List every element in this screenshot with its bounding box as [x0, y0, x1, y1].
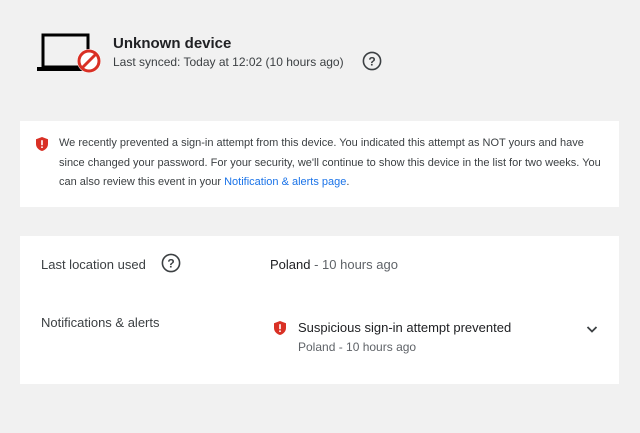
security-notice-text: We recently prevented a sign-in attempt … [59, 134, 607, 193]
device-details-card: Last location used ? Poland - 10 hours a… [20, 236, 619, 384]
suspicious-signin-alert[interactable]: Suspicious sign-in attempt prevented Pol… [272, 319, 607, 359]
chevron-down-icon[interactable] [584, 321, 600, 337]
notifications-alerts-label: Notifications & alerts [41, 315, 160, 330]
location-time: - 10 hours ago [310, 257, 398, 272]
security-notice-card: We recently prevented a sign-in attempt … [20, 121, 619, 207]
shield-alert-icon [36, 137, 48, 151]
shield-alert-icon [274, 321, 286, 335]
notice-suffix: . [346, 176, 350, 188]
last-location-label: Last location used [41, 257, 146, 272]
last-synced-text: Last synced: Today at 12:02 (10 hours ag… [113, 55, 344, 69]
laptop-blocked-icon [37, 33, 101, 73]
svg-text:?: ? [167, 256, 174, 270]
notification-alerts-link[interactable]: Notification & alerts page [224, 176, 346, 188]
help-icon[interactable]: ? [362, 51, 382, 71]
help-icon[interactable]: ? [161, 253, 181, 273]
device-name: Unknown device [113, 35, 232, 52]
device-header: Unknown device Last synced: Today at 12:… [0, 0, 640, 110]
location-country: Poland [270, 257, 311, 272]
alert-subtitle: Poland - 10 hours ago [298, 340, 417, 354]
last-location-value: Poland - 10 hours ago [270, 257, 398, 272]
svg-text:?: ? [368, 54, 375, 68]
alert-title: Suspicious sign-in attempt prevented [298, 320, 512, 335]
